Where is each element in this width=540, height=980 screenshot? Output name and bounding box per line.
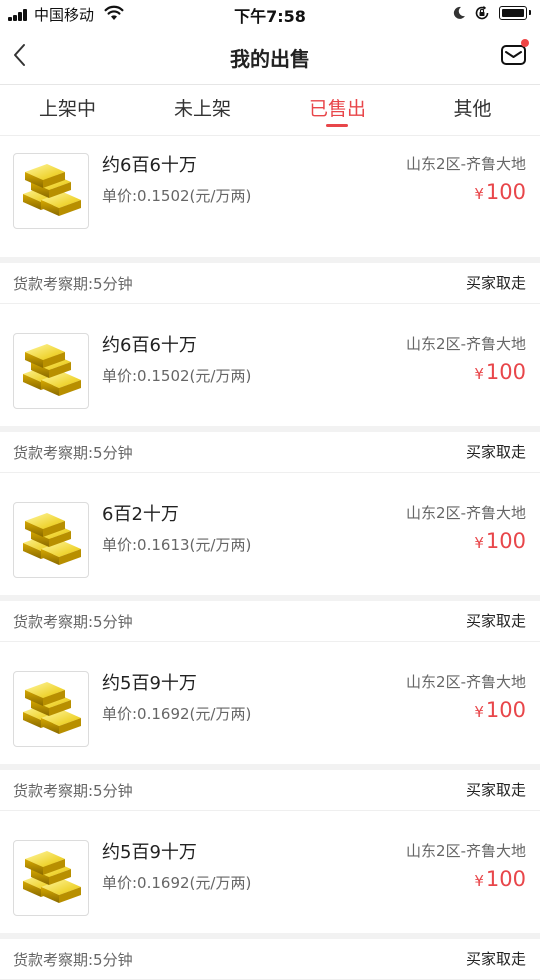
moon-icon <box>453 6 465 19</box>
order-card[interactable]: 货款考察期:5分钟 买家取走 约5百9十万 单价:0.1692(元/万两) 山东… <box>0 601 540 764</box>
order-price-value: 100 <box>485 698 526 722</box>
battery-icon <box>499 6 531 20</box>
order-card-body: 约5百9十万 单价:0.1692(元/万两) 山东2区-齐鲁大地 ¥100 <box>0 811 540 928</box>
order-card-body: 约6百6十万 单价:0.1502(元/万两) 山东2区-齐鲁大地 ¥100 <box>0 124 540 245</box>
payment-review-period: 货款考察期:5分钟 <box>13 613 133 631</box>
order-card[interactable]: 货款考察期:5分钟 买家取走 6百2十万 单价:0.1613(元/万两) 山东2… <box>0 432 540 595</box>
order-card-body: 约6百6十万 单价:0.1502(元/万两) 山东2区-齐鲁大地 ¥100 <box>0 304 540 421</box>
gold-bars-icon <box>13 153 89 229</box>
order-price: ¥100 <box>474 180 526 204</box>
nav-bar: 我的出售 <box>0 28 540 85</box>
order-card-body: 6百2十万 单价:0.1613(元/万两) 山东2区-齐鲁大地 ¥100 <box>0 473 540 590</box>
order-amount: 约5百9十万 <box>102 842 197 863</box>
currency-symbol: ¥ <box>474 703 484 721</box>
order-server: 山东2区-齐鲁大地 <box>406 842 526 860</box>
order-price-value: 100 <box>485 529 526 553</box>
payment-review-period: 货款考察期:5分钟 <box>13 444 133 462</box>
order-price-value: 100 <box>485 180 526 204</box>
order-card-header: 货款考察期:5分钟 买家取走 <box>0 432 540 473</box>
order-unit-price: 单价:0.1502(元/万两) <box>102 187 252 205</box>
order-card[interactable]: 货款考察期:5分钟 买家取走 约6百6十万 单价:0.1502(元/万两) 山东… <box>0 263 540 426</box>
order-card-header: 货款考察期:5分钟 买家取走 <box>0 263 540 304</box>
order-card-header: 货款考察期:5分钟 买家取走 <box>0 601 540 642</box>
page-title: 我的出售 <box>230 47 310 71</box>
order-price-value: 100 <box>485 360 526 384</box>
order-server: 山东2区-齐鲁大地 <box>406 155 526 173</box>
order-server: 山东2区-齐鲁大地 <box>406 673 526 691</box>
order-card-body: 约5百9十万 单价:0.1692(元/万两) 山东2区-齐鲁大地 ¥100 <box>0 642 540 759</box>
order-card[interactable]: 货款考察期:5分钟 买家取走 约5百9十万 单价:0.1692(元/万两) 山东… <box>0 770 540 933</box>
gold-bars-icon <box>13 840 89 916</box>
order-status: 买家取走 <box>465 950 526 968</box>
order-amount: 约6百6十万 <box>102 155 197 176</box>
notification-dot <box>521 39 529 47</box>
order-amount: 6百2十万 <box>102 504 179 525</box>
order-status: 买家取走 <box>465 443 526 461</box>
payment-review-period: 货款考察期:5分钟 <box>13 275 133 293</box>
order-status: 买家取走 <box>465 781 526 799</box>
order-list: 约6百6十万 单价:0.1502(元/万两) 山东2区-齐鲁大地 ¥100 货款… <box>0 136 540 980</box>
order-server: 山东2区-齐鲁大地 <box>406 335 526 353</box>
order-amount: 约6百6十万 <box>102 335 197 356</box>
gold-bars-icon <box>13 502 89 578</box>
currency-symbol: ¥ <box>474 872 484 890</box>
status-bar: 中国移动 下午7:58 <box>0 0 540 28</box>
order-price: ¥100 <box>474 529 526 553</box>
order-card-header: 货款考察期:5分钟 买家取走 <box>0 770 540 811</box>
order-server: 山东2区-齐鲁大地 <box>406 504 526 522</box>
currency-symbol: ¥ <box>474 185 484 203</box>
order-price-value: 100 <box>485 867 526 891</box>
order-card[interactable]: 货款考察期:5分钟 买家取走 <box>0 939 540 980</box>
payment-review-period: 货款考察期:5分钟 <box>13 782 133 800</box>
order-unit-price: 单价:0.1692(元/万两) <box>102 874 252 892</box>
order-price: ¥100 <box>474 867 526 891</box>
order-unit-price: 单价:0.1692(元/万两) <box>102 705 252 723</box>
order-unit-price: 单价:0.1613(元/万两) <box>102 536 252 554</box>
rotation-lock-icon <box>475 5 489 20</box>
order-price: ¥100 <box>474 360 526 384</box>
order-status: 买家取走 <box>465 612 526 630</box>
gold-bars-icon <box>13 671 89 747</box>
gold-bars-icon <box>13 333 89 409</box>
order-unit-price: 单价:0.1502(元/万两) <box>102 367 252 385</box>
order-card[interactable]: 约6百6十万 单价:0.1502(元/万两) 山东2区-齐鲁大地 ¥100 <box>0 136 540 257</box>
order-price: ¥100 <box>474 698 526 722</box>
order-amount: 约5百9十万 <box>102 673 197 694</box>
currency-symbol: ¥ <box>474 365 484 383</box>
currency-symbol: ¥ <box>474 534 484 552</box>
order-status: 买家取走 <box>465 274 526 292</box>
